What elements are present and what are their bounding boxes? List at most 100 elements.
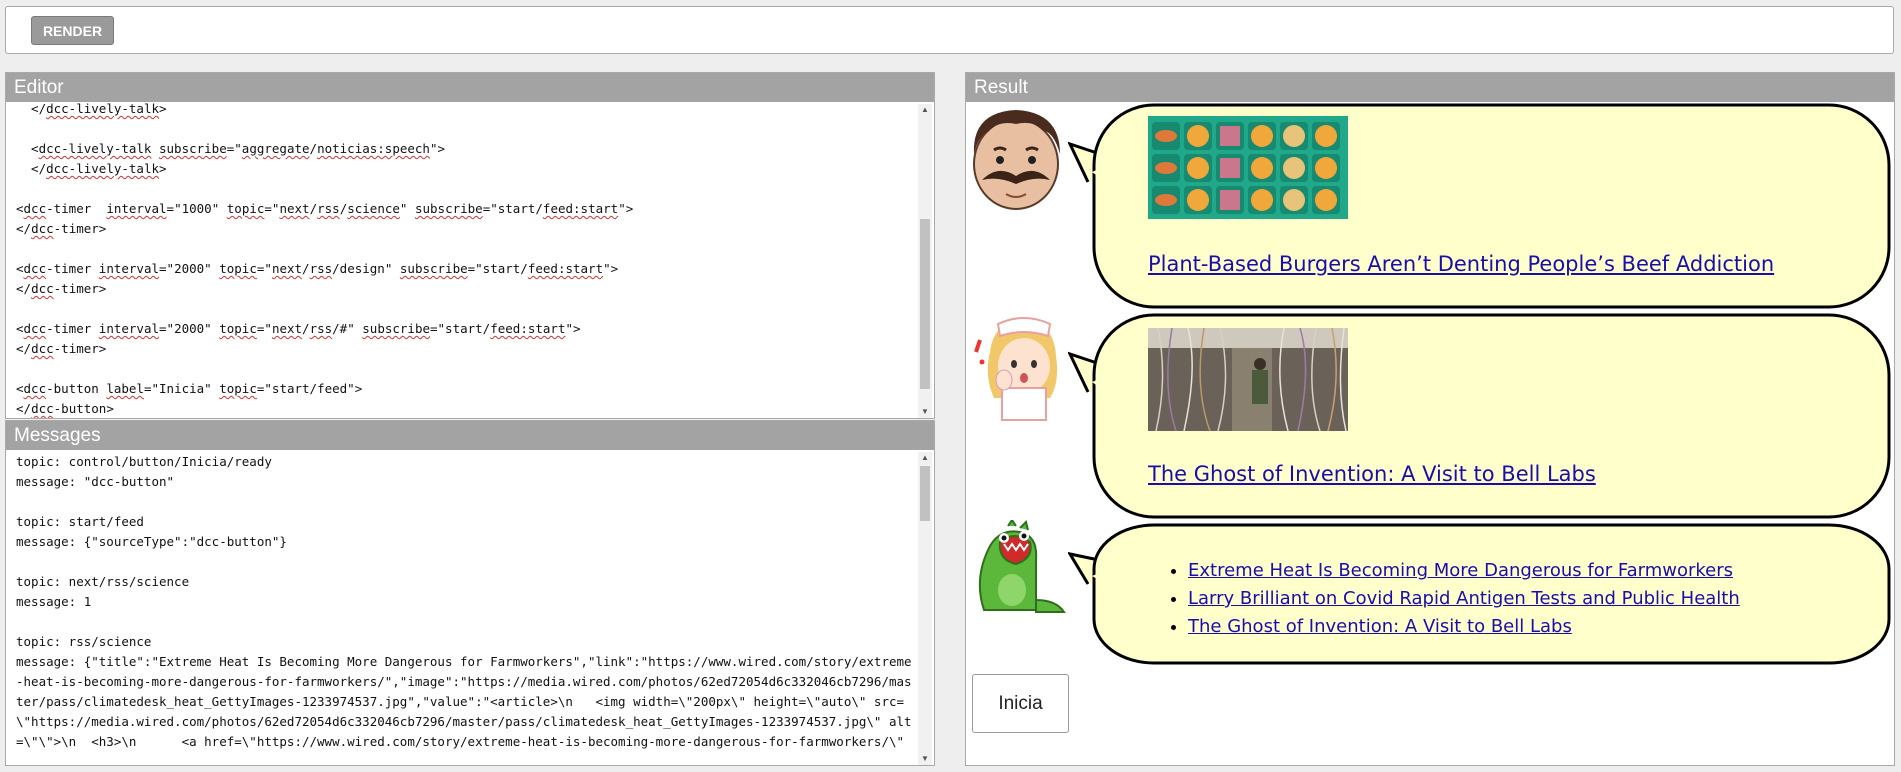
code-text: </ [16,221,32,236]
spellcheck-word: next [271,261,303,276]
inicia-button[interactable]: Inicia [972,674,1069,733]
spellcheck-word: feed:start [542,201,619,216]
spellcheck-word: subscribe [362,321,430,336]
code-text: "> [618,201,634,216]
editor-line: </dcc-button> [16,399,916,418]
code-text: / [302,261,310,276]
code-text: < [16,201,24,216]
code-text: =" [256,261,272,276]
list-item: Larry Brilliant on Covid Rapid Antigen T… [1188,585,1740,613]
code-text: / [309,141,318,156]
spellcheck-word: subscribe [399,261,468,276]
scroll-down-arrow-icon[interactable]: ▼ [918,406,932,418]
bubble-2-title-link[interactable]: The Ghost of Invention: A Visit to Bell … [1148,462,1596,486]
code-text: < [16,381,24,396]
editor-line: <dcc-timer interval="1000" topic="next/r… [16,199,916,219]
code-text: "> [603,261,619,276]
spellcheck-word: interval [98,261,160,276]
bubble-3-link-list: Extreme Heat Is Becoming More Dangerous … [1164,557,1740,641]
scroll-down-arrow-icon[interactable]: ▼ [918,753,932,765]
code-text: -button [46,381,107,396]
spellcheck-word: dcc [23,261,47,276]
code-text: " [399,201,415,216]
bell-labs-news-image [1148,328,1348,431]
code-text: < [16,321,24,336]
list-item-link[interactable]: The Ghost of Invention: A Visit to Bell … [1188,616,1572,637]
code-text: /design" [332,261,400,276]
code-text: =" [256,321,272,336]
spellcheck-word: next [279,201,310,216]
editor-scroll-thumb[interactable] [920,219,930,389]
spellcheck-word: label [106,381,144,396]
nurse-avatar-icon [974,317,1058,421]
render-button[interactable]: RENDER [31,16,114,45]
spellcheck-word: topic [219,261,257,276]
spellcheck-word: rss [309,261,333,276]
spellcheck-word: subscribe [414,201,483,216]
speech-bubble-1: Plant-Based Burgers Aren’t Denting Peopl… [1068,102,1894,312]
code-text: </ [16,401,32,416]
messages-title: Messages [6,421,934,450]
code-text: ="2000" [159,321,220,336]
code-text: -timer [46,321,99,336]
spellcheck-word: dcc-lively-talk [46,101,159,116]
spellcheck-word: interval [98,321,160,336]
messages-scrollbar[interactable]: ▲ ▼ [918,452,932,765]
code-text: ="Inicia" [143,381,220,396]
messages-scroll-thumb[interactable] [920,466,930,521]
code-text: -timer> [53,281,107,296]
spellcheck-word: rss [309,321,333,336]
bubble-1-title-link[interactable]: Plant-Based Burgers Aren’t Denting Peopl… [1148,252,1774,276]
code-text: </ [16,161,47,176]
editor-scrollbar[interactable]: ▲ ▼ [918,104,932,418]
spellcheck-word: dcc [23,321,47,336]
code-text: -timer [46,201,107,216]
list-item: Extreme Heat Is Becoming More Dangerous … [1188,557,1740,585]
code-text: -timer> [53,221,107,236]
code-text: =" [226,141,242,156]
spellcheck-word: topic [219,381,257,396]
code-text: "> [565,321,581,336]
messages-log[interactable]: topic: control/button/Inicia/ready messa… [6,452,916,765]
list-item-link[interactable]: Larry Brilliant on Covid Rapid Antigen T… [1188,588,1740,609]
code-text: < [16,261,24,276]
green-dinosaur-avatar-icon [978,520,1066,613]
burger-news-image [1148,116,1348,219]
code-text: -timer> [53,341,107,356]
code-text: ="2000" [159,261,220,276]
scroll-up-arrow-icon[interactable]: ▲ [918,104,932,116]
code-text: > [159,101,167,116]
code-text: > [159,161,167,176]
editor-line: </dcc-timer> [16,339,916,359]
code-text: /#" [332,321,363,336]
result-title: Result [966,73,1894,102]
code-text: ="start/feed"> [256,381,363,396]
messages-panel: Messages topic: control/button/Inicia/re… [5,420,935,766]
code-text: </ [16,281,32,296]
spellcheck-word: topic [219,321,257,336]
scroll-up-arrow-icon[interactable]: ▲ [918,452,932,464]
spellcheck-word: noticias:speech [317,141,430,156]
code-text: -button> [53,401,114,416]
spellcheck-word: dcc-lively-talk [46,161,159,176]
editor-line: </dcc-timer> [16,219,916,239]
spellcheck-word: feed:start [490,321,566,336]
spellcheck-word: dcc [31,401,54,416]
editor-code[interactable]: </dcc-lively-talk> <dcc-lively-talk subs… [6,99,916,418]
code-text: ="start/ [482,201,543,216]
code-text: -timer [46,261,99,276]
code-text: ="1000" [166,201,227,216]
spellcheck-word: topic [226,201,265,216]
spellcheck-word: dcc [23,381,47,396]
spellcheck-word: subscribe [159,141,227,156]
speech-bubble-2: The Ghost of Invention: A Visit to Bell … [1068,312,1894,522]
spellcheck-word: aggregate [241,141,310,156]
list-item-link[interactable]: Extreme Heat Is Becoming More Dangerous … [1188,560,1733,581]
spellcheck-word: dcc [31,281,54,296]
editor-line: <dcc-timer interval="2000" topic="next/r… [16,319,916,339]
